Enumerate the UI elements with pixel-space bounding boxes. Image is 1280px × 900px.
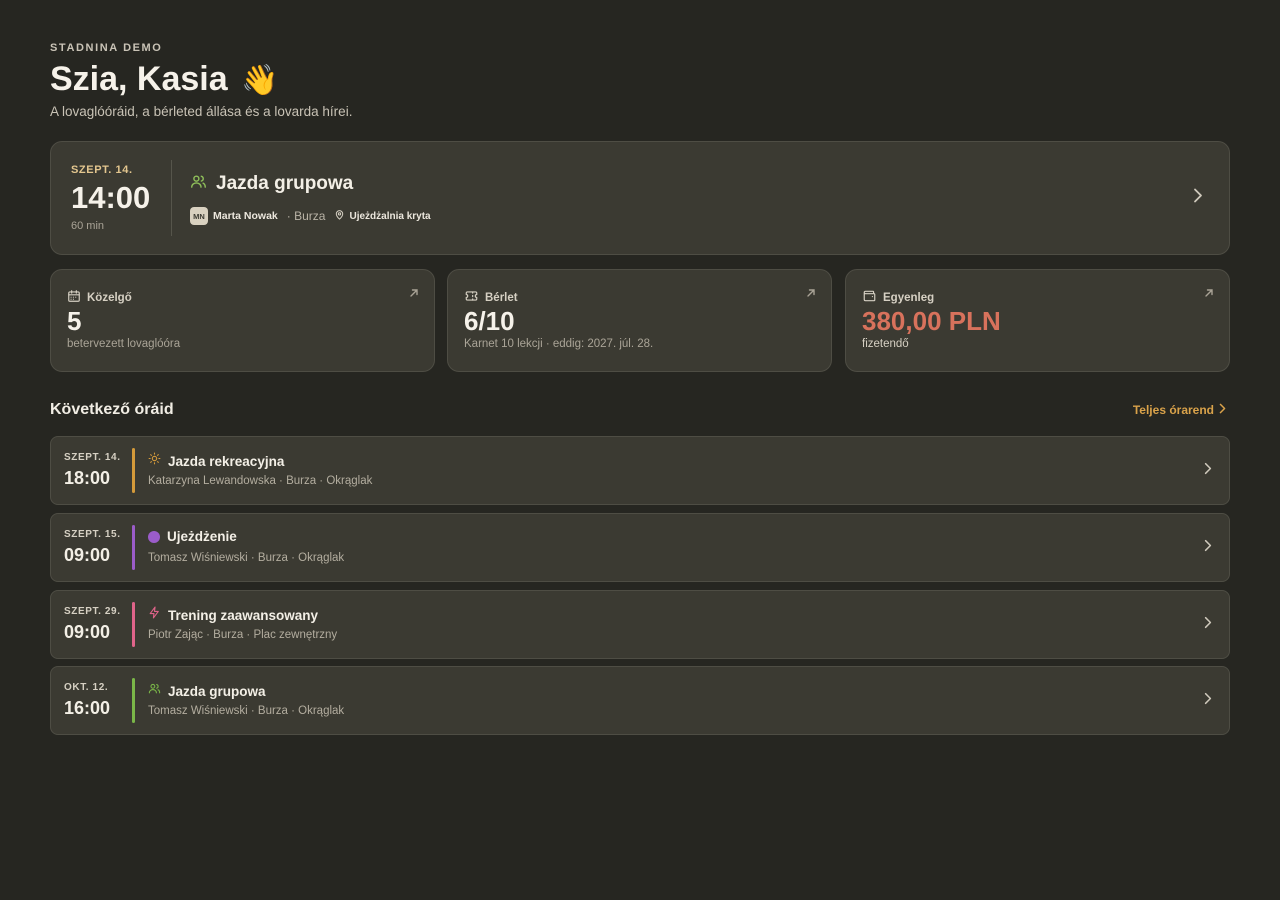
arrow-up-right-icon[interactable] <box>1204 285 1214 303</box>
horse-name: · Burza <box>286 209 326 223</box>
next-lesson-time: 14:00 <box>71 180 151 215</box>
row-subtitle: Piotr Zając · Burza · Plac zewnętrzny <box>148 629 338 641</box>
stat-label: Bérlet <box>485 291 518 304</box>
calendar-icon <box>67 289 81 306</box>
stat-head: Bérlet <box>464 289 518 306</box>
row-title-row: Trening zaawansowany <box>148 606 318 624</box>
group-icon <box>148 682 161 700</box>
stat-head: Közelgő <box>67 289 132 306</box>
row-time: 09:00 <box>64 545 111 565</box>
next-lesson-meta: MN Marta Nowak · Burza Ujeżdżalnia kryta <box>190 207 431 225</box>
lightning-icon <box>148 606 161 624</box>
chevron-right-icon[interactable] <box>1204 539 1212 557</box>
hero-divider <box>171 160 172 236</box>
row-title-row: Jazda rekreacyjna <box>148 452 284 470</box>
page-subtitle: A lovaglóóráid, a bérleted állása és a l… <box>50 104 353 119</box>
list-item[interactable]: SZEPT. 29. 09:00 Trening zaawansowany Pi… <box>50 590 1230 659</box>
full-schedule-label: Teljes órarend <box>1132 403 1214 417</box>
row-time: 18:00 <box>64 468 111 488</box>
chevron-right-icon[interactable] <box>1204 692 1212 710</box>
chevron-right-icon <box>1219 403 1226 417</box>
row-title: Jazda grupowa <box>168 683 266 699</box>
row-title-row: Jazda grupowa <box>148 682 266 700</box>
stat-sub: betervezett lovaglóóra <box>67 338 181 350</box>
row-subtitle: Tomasz Wiśniewski · Burza · Okrąglak <box>148 552 345 564</box>
stat-card-upcoming[interactable]: Közelgő 5 betervezett lovaglóóra <box>50 269 435 372</box>
arrow-up-right-icon[interactable] <box>409 285 419 303</box>
wave-emoji-icon: 👋 <box>241 63 279 98</box>
next-lesson-date: SZEPT. 14. <box>71 164 133 176</box>
row-date: SZEPT. 29. <box>64 606 121 617</box>
instructor-name: Marta Nowak <box>213 210 278 222</box>
ticket-icon <box>464 289 479 306</box>
list-item[interactable]: OKT. 12. 16:00 Jazda grupowa Tomasz Wiśn… <box>50 666 1230 735</box>
chevron-right-icon[interactable] <box>1204 462 1212 480</box>
chevron-right-icon[interactable] <box>1193 188 1203 209</box>
next-lesson-title: Jazda grupowa <box>216 173 354 194</box>
location-pin-icon <box>334 209 345 224</box>
chevron-right-icon[interactable] <box>1204 616 1212 634</box>
list-item[interactable]: SZEPT. 14. 18:00 Jazda rekreacyjna Katar… <box>50 436 1230 505</box>
next-lesson-duration: 60 min <box>71 220 105 232</box>
greeting-text: Szia, Kasia <box>50 60 228 98</box>
wallet-icon <box>862 289 877 306</box>
row-color-bar <box>132 525 135 570</box>
row-time: 16:00 <box>64 698 111 718</box>
row-color-bar <box>132 448 135 493</box>
row-date: OKT. 12. <box>64 682 109 693</box>
row-date: SZEPT. 14. <box>64 452 121 463</box>
row-color-bar <box>132 678 135 723</box>
location-name: Ujeżdżalnia kryta <box>349 210 431 222</box>
row-subtitle: Katarzyna Lewandowska · Burza · Okrąglak <box>148 475 373 487</box>
stat-label: Közelgő <box>87 291 132 304</box>
page-title: Szia, Kasia 👋 <box>50 60 278 99</box>
dot-icon <box>148 530 160 543</box>
avatar: MN <box>190 207 208 225</box>
stat-value: 6/10 <box>464 306 515 336</box>
stat-value: 5 <box>67 306 82 336</box>
full-schedule-link[interactable]: Teljes órarend <box>1133 403 1226 417</box>
stat-card-balance[interactable]: Egyenleg 380,00 PLN fizetendő <box>845 269 1230 372</box>
next-lesson-card[interactable]: SZEPT. 14. 14:00 60 min Jazda grupowa MN… <box>50 141 1230 255</box>
arrow-up-right-icon[interactable] <box>806 285 816 303</box>
stat-sub: fizetendő <box>862 338 909 350</box>
sun-icon <box>148 452 161 470</box>
group-icon <box>190 173 207 195</box>
row-date: SZEPT. 15. <box>64 529 121 540</box>
list-item[interactable]: SZEPT. 15. 09:00 Ujeżdżenie Tomasz Wiśni… <box>50 513 1230 582</box>
brand-label: STADNINA DEMO <box>50 42 163 54</box>
row-title-row: Ujeżdżenie <box>148 529 237 544</box>
row-subtitle: Tomasz Wiśniewski · Burza · Okrąglak <box>148 705 345 717</box>
stat-head: Egyenleg <box>862 289 934 306</box>
location: Ujeżdżalnia kryta <box>334 209 431 224</box>
stat-card-pass[interactable]: Bérlet 6/10 Karnet 10 lekcji · eddig: 20… <box>447 269 832 372</box>
row-title: Ujeżdżenie <box>167 529 237 544</box>
row-time: 09:00 <box>64 622 111 642</box>
stat-value: 380,00 PLN <box>862 306 1001 336</box>
row-title: Trening zaawansowany <box>168 607 319 623</box>
next-lesson-title-row: Jazda grupowa <box>190 173 353 195</box>
section-title: Következő óráid <box>50 401 174 418</box>
row-color-bar <box>132 602 135 647</box>
stat-label: Egyenleg <box>883 291 935 304</box>
row-title: Jazda rekreacyjna <box>168 453 285 469</box>
stat-sub: Karnet 10 lekcji · eddig: 2027. júl. 28. <box>464 338 654 350</box>
